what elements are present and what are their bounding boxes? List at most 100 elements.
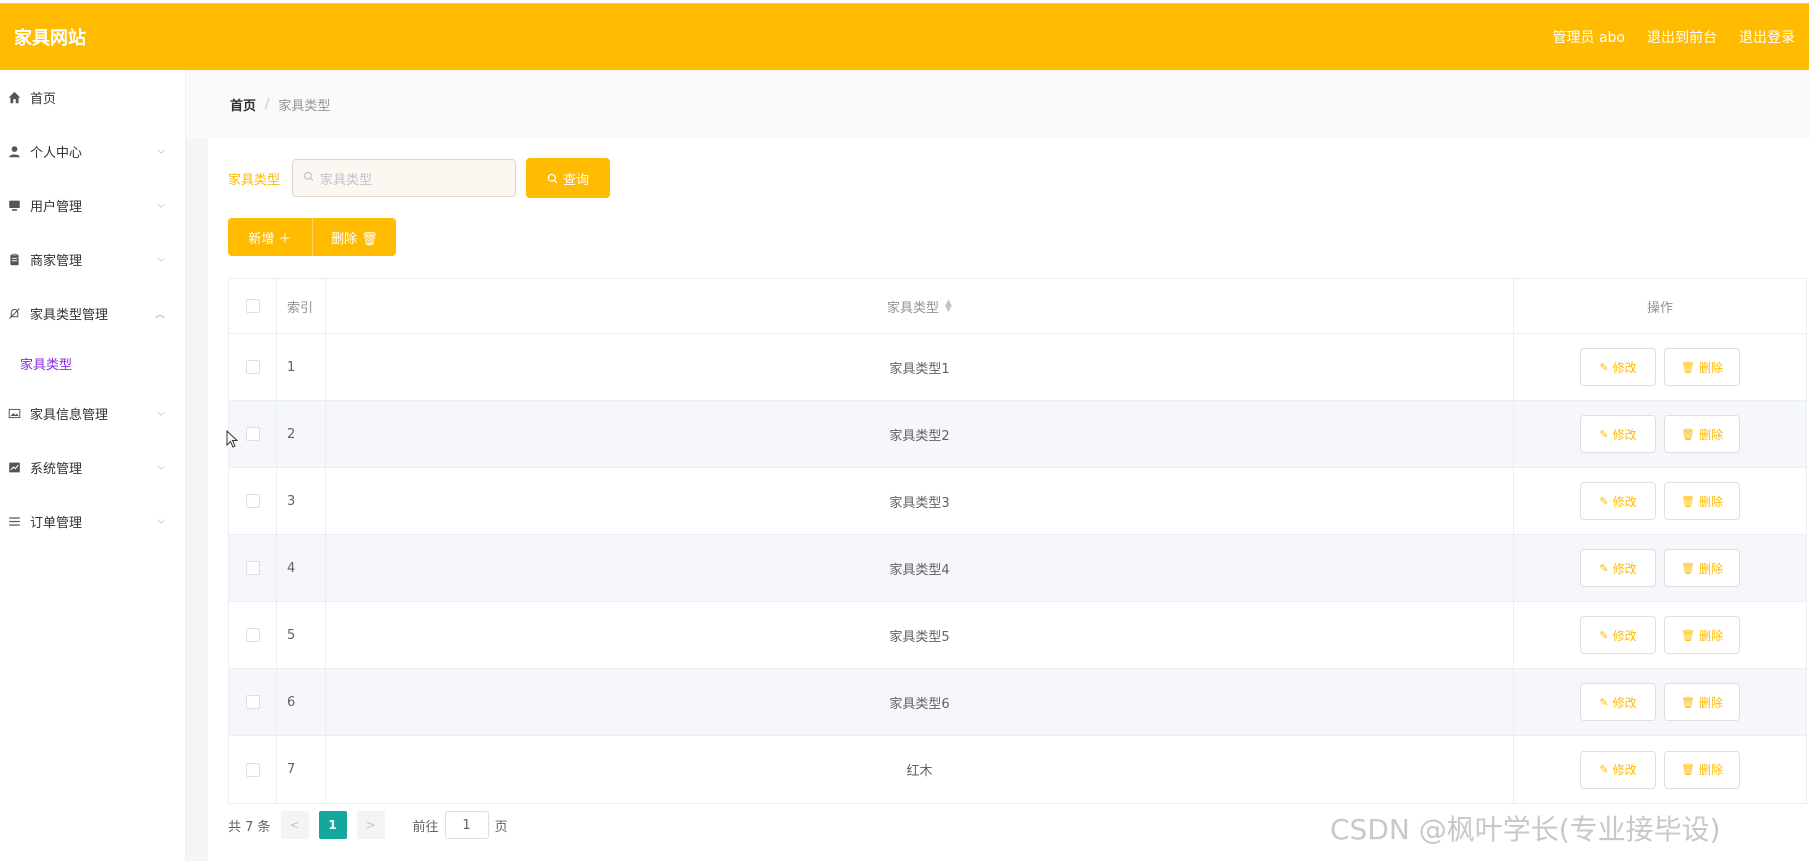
row-checkbox[interactable]: [245, 561, 260, 575]
logout-link[interactable]: 退出登录: [1739, 27, 1795, 47]
edit-button[interactable]: ✎ 修改: [1580, 549, 1656, 587]
chevron-down-icon: ⌵: [157, 461, 165, 473]
query-button[interactable]: 查询: [526, 158, 611, 198]
edit-button[interactable]: ✎ 修改: [1580, 482, 1656, 520]
row-type: 红木: [326, 736, 1514, 803]
sidebar-item-label: 系统管理: [30, 461, 83, 477]
chevron-down-icon: ⌵: [157, 253, 165, 265]
delete-button[interactable]: 🗑 删除: [1664, 415, 1740, 453]
prev-page-button[interactable]: <: [280, 811, 309, 839]
exit-front-link[interactable]: 退出到前台: [1647, 27, 1717, 47]
row-checkbox-cell: [229, 535, 277, 601]
table-row[interactable]: 6 家具类型6 ✎ 修改 🗑 删除: [229, 669, 1806, 736]
sidebar-item-merchants[interactable]: 商家管理 ⌵: [0, 232, 185, 286]
delete-label: 删除: [1698, 628, 1723, 643]
row-type: 家具类型5: [326, 602, 1514, 668]
table-header-row: 索引 家具类型 ▲ ▼ 操作: [229, 279, 1806, 334]
row-checkbox[interactable]: [245, 762, 260, 777]
row-checkbox[interactable]: [245, 628, 260, 642]
sidebar-item-furniture-info-mgmt[interactable]: 家具信息管理 ⌵: [0, 386, 185, 440]
chevron-down-icon: ⌵: [157, 145, 165, 157]
row-ops: ✎ 修改 🗑 删除: [1514, 736, 1806, 803]
chart-icon: [6, 459, 22, 475]
header-type[interactable]: 家具类型 ▲ ▼: [326, 279, 1514, 333]
row-checkbox-cell: [229, 334, 277, 400]
header-index: 索引: [277, 279, 326, 333]
row-checkbox-cell: [229, 736, 277, 803]
table-row[interactable]: 4 家具类型4 ✎ 修改 🗑 删除: [229, 535, 1806, 602]
furniture-type-table: 索引 家具类型 ▲ ▼ 操作 1 家具类型1 ✎ 修改 🗑 删除 2 家具类型2 ✎ 修改 🗑 删除 3 家…: [228, 278, 1807, 804]
row-type: 家具类型6: [326, 669, 1514, 735]
delete-button[interactable]: 🗑 删除: [1664, 750, 1740, 789]
goto-label: 前往: [412, 819, 439, 835]
edit-label: 修改: [1612, 494, 1637, 509]
row-index: 5: [277, 602, 326, 668]
delete-button[interactable]: 🗑 删除: [1664, 348, 1740, 386]
trash-icon: 🗑: [1681, 494, 1695, 508]
edit-icon: ✎: [1599, 494, 1609, 508]
trash-icon: 🗑: [1681, 695, 1695, 709]
delete-button[interactable]: 🗑 删除: [1664, 549, 1740, 587]
header-checkbox-cell: [229, 279, 277, 333]
row-type: 家具类型4: [326, 535, 1514, 601]
row-checkbox-cell: [229, 602, 277, 668]
action-buttons: 新增 ＋ 删除 🗑: [228, 218, 396, 256]
sort-icon[interactable]: ▲ ▼: [945, 299, 952, 314]
edit-button[interactable]: ✎ 修改: [1580, 750, 1656, 789]
trash-icon: 🗑: [1681, 360, 1695, 374]
next-page-button[interactable]: >: [356, 811, 385, 839]
trash-icon: 🗑: [1681, 561, 1695, 575]
add-button[interactable]: 新增 ＋: [228, 218, 312, 256]
row-checkbox[interactable]: [245, 427, 260, 441]
row-ops: ✎ 修改 🗑 删除: [1514, 468, 1806, 534]
row-checkbox[interactable]: [245, 360, 260, 374]
sidebar-item-profile[interactable]: 个人中心 ⌵: [0, 124, 185, 178]
content-panel: 家具类型 家具类型 查询 新增 ＋ 删除 🗑 索引 家具类型 ▲ ▼ 操作 1 …: [208, 138, 1809, 861]
pagination-total: 共 7 条: [228, 819, 271, 835]
table-row[interactable]: 3 家具类型3 ✎ 修改 🗑 删除: [229, 468, 1806, 535]
sidebar-item-label: 个人中心: [30, 145, 83, 161]
sidebar-item-orders[interactable]: 订单管理 ⌵: [0, 494, 185, 548]
delete-button[interactable]: 🗑 删除: [1664, 683, 1740, 721]
row-index: 6: [277, 669, 326, 735]
delete-button[interactable]: 🗑 删除: [1664, 616, 1740, 654]
edit-label: 修改: [1612, 628, 1637, 643]
page-number-current[interactable]: 1: [318, 811, 347, 839]
picture-icon: [6, 405, 22, 421]
header-actions: 管理员 abo 退出到前台 退出登录: [1553, 27, 1795, 47]
table-row[interactable]: 1 家具类型1 ✎ 修改 🗑 删除: [229, 334, 1806, 401]
search-bar: 家具类型 家具类型 查询: [228, 158, 611, 198]
table-row[interactable]: 5 家具类型5 ✎ 修改 🗑 删除: [229, 602, 1806, 669]
row-ops: ✎ 修改 🗑 删除: [1514, 334, 1806, 400]
select-all-checkbox[interactable]: [245, 299, 260, 313]
search-input[interactable]: 家具类型: [292, 159, 517, 197]
row-ops: ✎ 修改 🗑 删除: [1514, 535, 1806, 601]
clipboard-icon: [6, 251, 22, 267]
table-row[interactable]: 7 红木 ✎ 修改 🗑 删除: [229, 736, 1806, 803]
row-checkbox[interactable]: [245, 494, 260, 508]
edit-button[interactable]: ✎ 修改: [1580, 683, 1656, 721]
goto-page: 前往 1 页: [413, 811, 508, 839]
sidebar-item-system-mgmt[interactable]: 系统管理 ⌵: [0, 440, 185, 494]
row-checkbox[interactable]: [245, 695, 260, 709]
row-index: 2: [277, 401, 326, 467]
search-label: 家具类型: [228, 172, 281, 188]
sidebar-item-home[interactable]: 首页: [0, 70, 185, 124]
breadcrumb-home[interactable]: 首页: [230, 95, 256, 114]
table-row[interactable]: 2 家具类型2 ✎ 修改 🗑 删除: [229, 401, 1806, 468]
trash-icon: 🗑: [1681, 628, 1695, 642]
sidebar-item-users[interactable]: 用户管理 ⌵: [0, 178, 185, 232]
watermark: CSDN @枫叶学长(专业接毕设): [1330, 813, 1721, 846]
goto-page-input[interactable]: 1: [444, 811, 489, 839]
site-logo[interactable]: 家具网站: [14, 24, 86, 50]
edit-button[interactable]: ✎ 修改: [1580, 348, 1656, 386]
delete-button[interactable]: 🗑 删除: [1664, 482, 1740, 520]
edit-button[interactable]: ✎ 修改: [1580, 415, 1656, 453]
edit-button[interactable]: ✎ 修改: [1580, 616, 1656, 654]
edit-icon: ✎: [1599, 763, 1609, 776]
batch-delete-button[interactable]: 删除 🗑: [312, 218, 396, 256]
sidebar-item-furniture-type-mgmt[interactable]: 家具类型管理 ︿: [0, 286, 185, 340]
sidebar-item-label: 首页: [30, 91, 57, 107]
delete-label: 删除: [1698, 360, 1723, 375]
sidebar-subitem-furniture-type[interactable]: 家具类型: [0, 340, 185, 386]
